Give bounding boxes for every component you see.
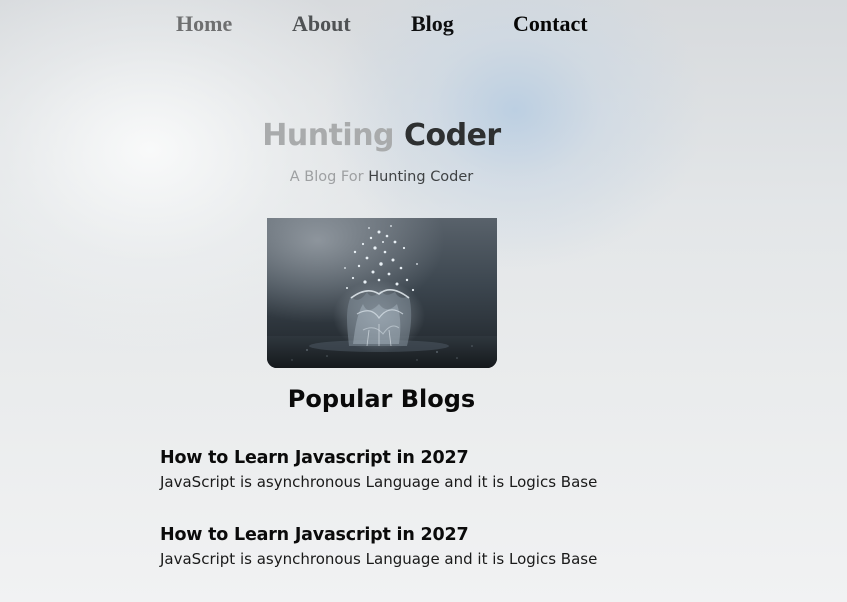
nav-link-contact[interactable]: Contact — [513, 10, 588, 38]
blog-post-item: How to Learn Javascript in 2027 JavaScri… — [160, 446, 720, 493]
popular-blogs-heading: Popular Blogs — [287, 385, 476, 413]
nav-link-about[interactable]: About — [292, 10, 351, 38]
site-title-part-1: Hunting — [262, 118, 395, 153]
hero-image — [267, 218, 497, 368]
top-nav: Home About Blog Contact — [0, 0, 847, 48]
blog-post-excerpt: JavaScript is asynchronous Language and … — [160, 473, 598, 491]
site-subtitle-part-1: A Blog For — [289, 169, 364, 185]
nav-link-home[interactable]: Home — [176, 10, 232, 38]
blog-post-title-link[interactable]: How to Learn Javascript in 2027 — [160, 446, 720, 470]
water-splash-image — [267, 218, 497, 368]
blog-post-item: How to Learn Javascript in 2027 JavaScri… — [160, 523, 720, 570]
site-title: Hunting Coder — [0, 116, 763, 156]
blog-post-excerpt: JavaScript is asynchronous Language and … — [160, 550, 598, 568]
site-subtitle-part-2: Hunting Coder — [368, 169, 474, 185]
site-subtitle: A Blog For Hunting Coder — [0, 166, 763, 188]
blog-post-title-link[interactable]: How to Learn Javascript in 2027 — [160, 523, 720, 547]
nav-link-blog[interactable]: Blog — [411, 10, 454, 38]
site-title-part-2: Coder — [403, 118, 501, 153]
